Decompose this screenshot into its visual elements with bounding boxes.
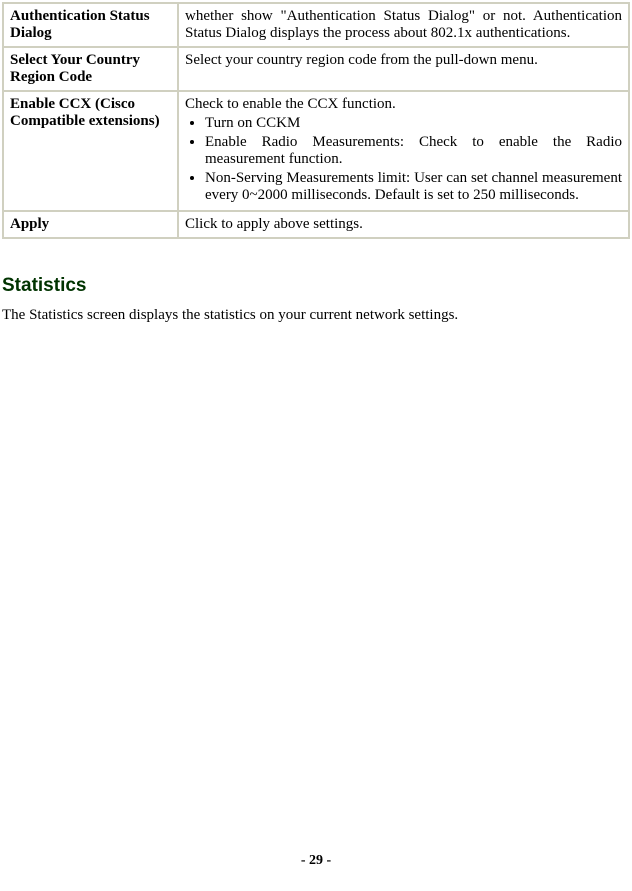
statistics-heading: Statistics: [2, 275, 632, 297]
row-label: Select Your Country Region Code: [4, 48, 177, 90]
page-number: - 29 -: [0, 853, 632, 869]
table-row: Select Your Country Region Code Select y…: [4, 48, 628, 90]
bullet-item: Turn on CCKM: [205, 115, 622, 132]
bullet-list: Turn on CCKM Enable Radio Measurements: …: [185, 115, 622, 204]
row-label: Enable CCX (Cisco Compatible extensions): [4, 92, 177, 210]
row-label: Apply: [4, 212, 177, 237]
table-row: Apply Click to apply above settings.: [4, 212, 628, 237]
row-description: Click to apply above settings.: [179, 212, 628, 237]
table-row: Enable CCX (Cisco Compatible extensions)…: [4, 92, 628, 210]
row-desc-intro: Check to enable the CCX function.: [185, 96, 396, 112]
page-content: Authentication Status Dialog whether sho…: [0, 2, 632, 324]
row-description: whether show "Authentication Status Dial…: [179, 4, 628, 46]
row-description: Select your country region code from the…: [179, 48, 628, 90]
row-description: Check to enable the CCX function. Turn o…: [179, 92, 628, 210]
statistics-body: The Statistics screen displays the stati…: [2, 307, 632, 324]
settings-table: Authentication Status Dialog whether sho…: [2, 2, 630, 239]
bullet-item: Enable Radio Measurements: Check to enab…: [205, 134, 622, 168]
row-label: Authentication Status Dialog: [4, 4, 177, 46]
bullet-item: Non-Serving Measurements limit: User can…: [205, 170, 622, 204]
table-row: Authentication Status Dialog whether sho…: [4, 4, 628, 46]
